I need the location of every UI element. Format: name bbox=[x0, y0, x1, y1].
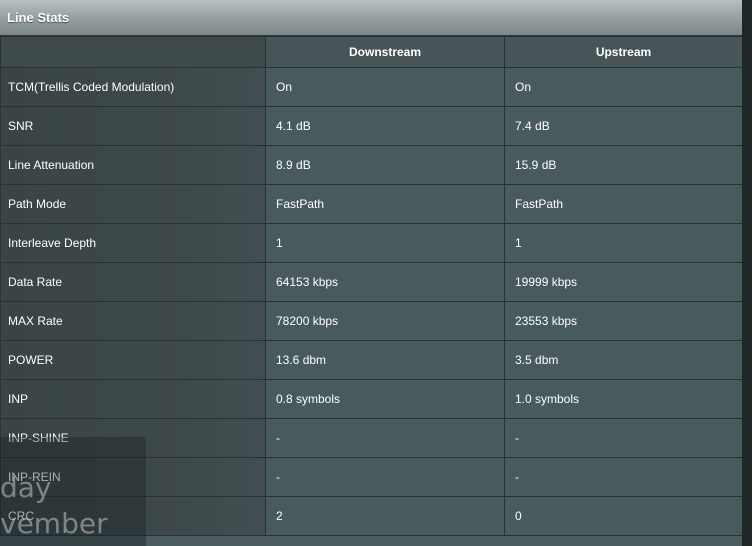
row-label: Line Attenuation bbox=[0, 145, 266, 185]
row-label: Path Mode bbox=[0, 184, 266, 224]
panel-header: Line Stats bbox=[0, 0, 742, 36]
upstream-value: 1 bbox=[504, 223, 743, 263]
line-stats-table: Downstream Upstream TCM(Trellis Coded Mo… bbox=[0, 36, 743, 536]
downstream-value: FastPath bbox=[265, 184, 505, 224]
table-row: MAX Rate 78200 kbps 23553 kbps bbox=[0, 301, 743, 341]
upstream-value: 1.0 symbols bbox=[504, 379, 743, 419]
table-row: TCM(Trellis Coded Modulation) On On bbox=[0, 67, 743, 107]
downstream-value: 13.6 dbm bbox=[265, 340, 505, 380]
table-row: INP-REIN - - bbox=[0, 457, 743, 497]
downstream-value: 2 bbox=[265, 496, 505, 536]
row-label: INP-REIN bbox=[0, 457, 266, 497]
downstream-value: 4.1 dB bbox=[265, 106, 505, 146]
table-row: SNR 4.1 dB 7.4 dB bbox=[0, 106, 743, 146]
table-row: Interleave Depth 1 1 bbox=[0, 223, 743, 263]
row-label: INP bbox=[0, 379, 266, 419]
table-row: Path Mode FastPath FastPath bbox=[0, 184, 743, 224]
panel-title: Line Stats bbox=[7, 10, 70, 25]
upstream-value: FastPath bbox=[504, 184, 743, 224]
column-header-downstream: Downstream bbox=[265, 36, 505, 68]
row-label: MAX Rate bbox=[0, 301, 266, 341]
downstream-value: 64153 kbps bbox=[265, 262, 505, 302]
row-label: INP-SHINE bbox=[0, 418, 266, 458]
window-edge bbox=[742, 0, 752, 546]
upstream-value: 0 bbox=[504, 496, 743, 536]
row-label: Data Rate bbox=[0, 262, 266, 302]
table-row: Line Attenuation 8.9 dB 15.9 dB bbox=[0, 145, 743, 185]
upstream-value: - bbox=[504, 457, 743, 497]
row-label: Interleave Depth bbox=[0, 223, 266, 263]
table-row: INP-SHINE - - bbox=[0, 418, 743, 458]
column-header-label bbox=[0, 36, 266, 68]
downstream-value: 8.9 dB bbox=[265, 145, 505, 185]
upstream-value: On bbox=[504, 67, 743, 107]
downstream-value: 1 bbox=[265, 223, 505, 263]
line-stats-panel: Line Stats Downstream Upstream TCM(Trell… bbox=[0, 0, 743, 546]
table-header-row: Downstream Upstream bbox=[0, 36, 743, 68]
downstream-value: 78200 kbps bbox=[265, 301, 505, 341]
upstream-value: 23553 kbps bbox=[504, 301, 743, 341]
upstream-value: - bbox=[504, 418, 743, 458]
downstream-value: - bbox=[265, 457, 505, 497]
row-label: CRC bbox=[0, 496, 266, 536]
downstream-value: 0.8 symbols bbox=[265, 379, 505, 419]
upstream-value: 3.5 dbm bbox=[504, 340, 743, 380]
table-row: POWER 13.6 dbm 3.5 dbm bbox=[0, 340, 743, 380]
table-row: CRC 2 0 bbox=[0, 496, 743, 536]
upstream-value: 15.9 dB bbox=[504, 145, 743, 185]
row-label: SNR bbox=[0, 106, 266, 146]
row-label: TCM(Trellis Coded Modulation) bbox=[0, 67, 266, 107]
column-header-upstream: Upstream bbox=[504, 36, 743, 68]
downstream-value: - bbox=[265, 418, 505, 458]
row-label: POWER bbox=[0, 340, 266, 380]
upstream-value: 7.4 dB bbox=[504, 106, 743, 146]
table-row: INP 0.8 symbols 1.0 symbols bbox=[0, 379, 743, 419]
upstream-value: 19999 kbps bbox=[504, 262, 743, 302]
downstream-value: On bbox=[265, 67, 505, 107]
table-row: Data Rate 64153 kbps 19999 kbps bbox=[0, 262, 743, 302]
